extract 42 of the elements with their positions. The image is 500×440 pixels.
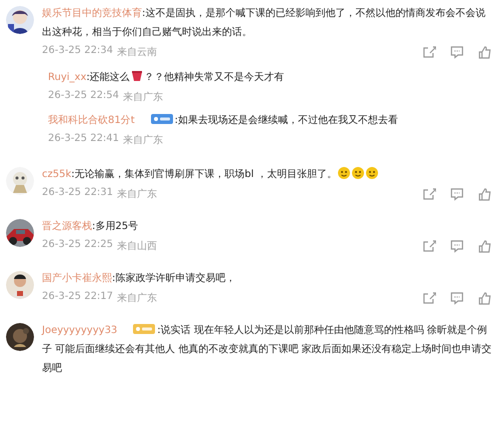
username-link[interactable]: cz55k bbox=[42, 169, 72, 180]
comment-text: 我和科比合砍81分t :如果去现场还是会继续喊，不过他在我又不想去看 bbox=[48, 113, 400, 128]
share-icon[interactable] bbox=[422, 291, 436, 305]
comment-text: cz55k:无论输赢，集体到官博刷屏下课，职场bl ，太明目张胆了。 bbox=[42, 165, 492, 184]
share-icon[interactable] bbox=[422, 239, 436, 253]
timestamp: 26-3-25 22:41 bbox=[48, 133, 120, 146]
comment-text: 晋之源客栈:多用25号 bbox=[42, 220, 140, 234]
cup-emoji-icon bbox=[130, 70, 143, 82]
location-text: 来自广东 bbox=[123, 134, 164, 147]
username-link[interactable]: Joeyyyyyyyy33 bbox=[42, 325, 118, 336]
thumbs-up-icon[interactable] bbox=[478, 239, 492, 253]
timestamp: 26-3-25 22:25 bbox=[42, 239, 114, 252]
username-link[interactable]: 国产小卡崔永熙 bbox=[42, 273, 112, 284]
share-icon[interactable] bbox=[422, 187, 436, 201]
thumbs-up-icon[interactable] bbox=[478, 187, 492, 201]
thumbs-up-icon[interactable] bbox=[478, 291, 492, 305]
timestamp: 26-3-25 22:54 bbox=[48, 90, 120, 103]
timestamp: 26-3-25 22:17 bbox=[42, 291, 114, 304]
location-text: 来自山西 bbox=[117, 240, 158, 253]
smiley-icon bbox=[352, 167, 364, 179]
username-link[interactable]: Ruyi_xx bbox=[48, 72, 86, 83]
comment-text: Ruyi_xx:还能这么 ？？他精神失常又不是今天才有 bbox=[48, 69, 285, 85]
location-text: 来自广东 bbox=[117, 188, 158, 201]
comment-text: 国产小卡崔永熙:陈家政学许昕申请交易吧， bbox=[42, 272, 236, 286]
timestamp: 26-3-25 22:34 bbox=[42, 45, 114, 58]
comment-icon[interactable] bbox=[450, 291, 464, 305]
share-icon[interactable] bbox=[422, 45, 436, 59]
comment-text: 娱乐节目中的竞技体育:这不是固执，是那个喊下课的已经影响到他了，不然以他的情商发布会不会说出这种花，相当于你们自己赌气时说出来的话。 bbox=[42, 6, 486, 40]
comment-icon[interactable] bbox=[450, 187, 464, 201]
timestamp: 26-3-25 22:31 bbox=[42, 187, 114, 200]
username-link[interactable]: 我和科比合砍81分t bbox=[48, 115, 135, 126]
comment-icon[interactable] bbox=[450, 239, 464, 253]
location-text: 来自广东 bbox=[123, 90, 164, 104]
comment-text: Joeyyyyyyyy33 :说实话 现在年轻人以为还是以前那种任由他随意骂的性格吗 徐昕就是个例子 可能后面继续还会有其他人 他真的不改变就真的下课吧 家政后面如果还没有稳定上场时间也申请交易吧 bbox=[42, 323, 492, 376]
smiley-icon bbox=[338, 167, 350, 179]
location-text: 来自广东 bbox=[117, 292, 158, 305]
smiley-icon bbox=[366, 167, 378, 179]
location-text: 来自云南 bbox=[117, 46, 158, 59]
thumbs-up-icon[interactable] bbox=[478, 45, 492, 59]
username-link[interactable]: 娱乐节目中的竞技体育 bbox=[42, 8, 142, 19]
comment-icon[interactable] bbox=[450, 45, 464, 59]
username-link[interactable]: 晋之源客栈 bbox=[42, 221, 92, 232]
